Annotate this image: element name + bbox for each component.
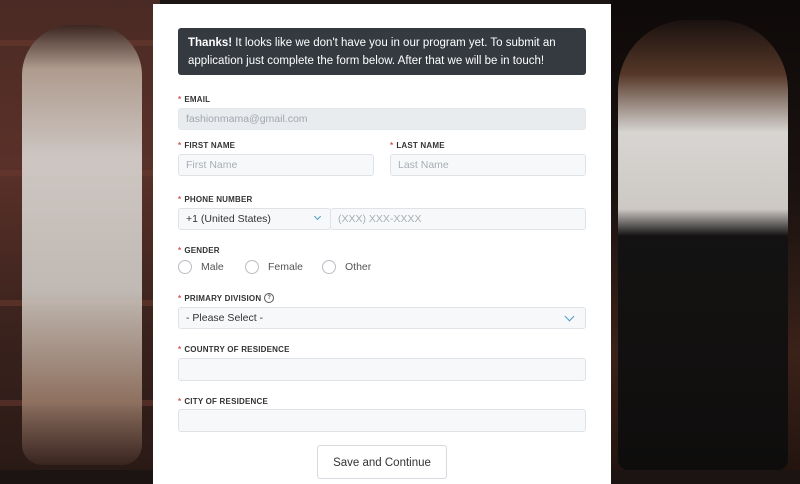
first-name-placeholder: First Name [186,159,238,171]
info-alert: Thanks! It looks like we don't have you … [178,28,586,75]
first-name-label: * FIRST NAME [178,141,236,150]
gender-other-radio[interactable]: Other [322,260,371,274]
required-mark: * [178,246,182,255]
last-name-label: * LAST NAME [390,141,445,150]
last-name-placeholder: Last Name [398,159,449,171]
application-form: Thanks! It looks like we don't have you … [153,4,611,484]
country-label: * COUNTRY OF RESIDENCE [178,345,290,354]
gender-option-label: Other [345,261,372,273]
email-field[interactable]: fashionmama@gmail.com [178,108,586,130]
model-left [22,25,142,465]
save-and-continue-button[interactable]: Save and Continue [317,445,447,479]
radio-circle-icon [178,260,192,274]
required-mark: * [178,345,182,354]
email-label: * EMAIL [178,95,211,104]
gender-option-label: Female [268,261,304,273]
phone-country-value: +1 (United States) [186,213,271,225]
last-name-field[interactable]: Last Name [390,154,586,176]
required-mark: * [178,195,182,204]
city-label: * CITY OF RESIDENCE [178,397,269,406]
phone-country-select[interactable]: +1 (United States) [178,208,331,230]
required-mark: * [178,141,182,150]
required-mark: * [178,397,182,406]
chevron-down-icon [564,311,575,322]
help-icon[interactable]: ? [264,293,275,303]
primary-division-select[interactable]: - Please Select - [178,307,586,329]
gender-label: * GENDER [178,246,220,255]
city-field[interactable] [178,409,586,432]
required-mark: * [390,141,394,150]
gender-male-radio[interactable]: Male [178,260,224,274]
primary-division-label: * PRIMARY DIVISION? [178,293,275,304]
chevron-down-icon [313,212,322,221]
radio-circle-icon [322,260,336,274]
gender-female-radio[interactable]: Female [245,260,303,274]
required-mark: * [178,294,182,304]
radio-circle-icon [245,260,259,274]
background-right-photo [610,0,800,470]
phone-number-field[interactable]: (XXX) XXX-XXXX [330,208,586,230]
alert-bold: Thanks! [188,37,233,49]
first-name-field[interactable]: First Name [178,154,374,176]
email-value: fashionmama@gmail.com [186,113,308,125]
country-field[interactable] [178,358,586,381]
phone-placeholder: (XXX) XXX-XXXX [338,213,422,225]
required-mark: * [178,95,182,104]
model-right [618,20,788,470]
gender-option-label: Male [201,261,224,273]
background-left-photo [0,0,160,470]
phone-label: * PHONE NUMBER [178,195,253,204]
primary-division-value: - Please Select - [186,312,264,324]
alert-text: It looks like we don't have you in our p… [188,37,556,67]
